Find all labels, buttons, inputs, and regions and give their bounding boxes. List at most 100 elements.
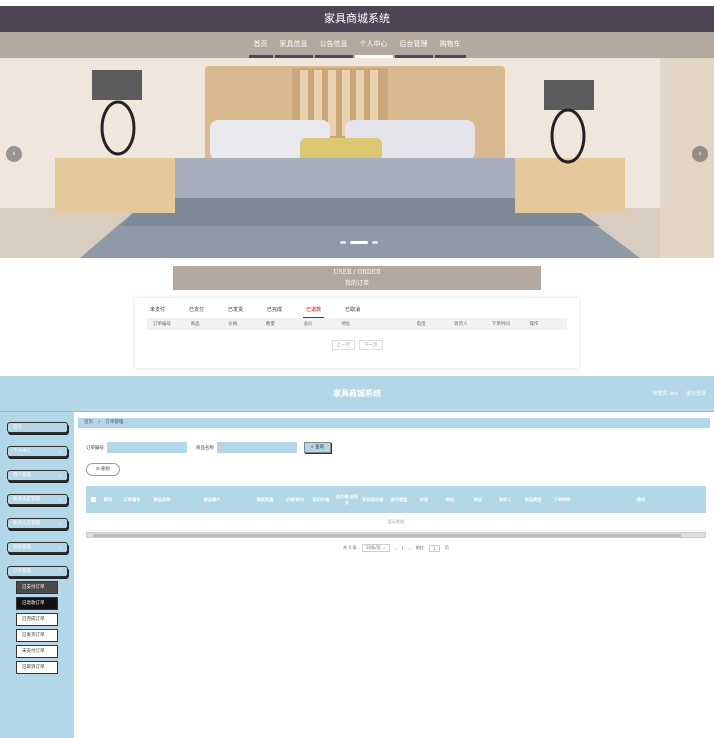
submenu-refunded-orders[interactable]: 已退款订单 xyxy=(16,597,58,610)
search-bar: 订单编号 商品名称 ⌕ 查询 xyxy=(78,442,710,453)
chevron-down-icon: ⌄ xyxy=(58,544,63,550)
front-nav: 首页 家具信息 公告信息 个人中心 后台管理 购物车 xyxy=(0,32,714,58)
nav-personal-center[interactable]: 个人中心 xyxy=(354,32,393,58)
banner-dot[interactable] xyxy=(372,241,378,244)
banner-next-arrow[interactable]: › xyxy=(692,146,708,162)
tab-refunded[interactable]: 已退款 xyxy=(303,306,325,318)
col-header: 折扣总价格 xyxy=(362,496,384,502)
empty-placeholder: 暂无数据 xyxy=(86,513,706,531)
prev-page-button[interactable]: 上一页 xyxy=(331,340,355,350)
col-header: 收货人 xyxy=(498,496,512,502)
sidebar-item-system[interactable]: 系统管理 ⌄ xyxy=(7,542,68,553)
sidebar-item-label: 系统管理 xyxy=(13,545,31,550)
col-header: 商品 xyxy=(190,322,200,327)
order-pager: 上一页 下一页 xyxy=(147,340,567,350)
tab-shipped[interactable]: 已发货 xyxy=(225,306,246,318)
chevron-down-icon: ⌄ xyxy=(58,448,63,454)
col-header: 下单时间 xyxy=(491,322,510,327)
col-header: 数量 xyxy=(265,322,275,327)
banner-indicators xyxy=(340,241,378,244)
nav-admin[interactable]: 后台管理 xyxy=(394,32,433,58)
goto-page-input[interactable]: 1 xyxy=(429,544,440,552)
prev-page-icon[interactable]: ‹ xyxy=(395,546,397,551)
col-header: 电话 xyxy=(416,322,426,327)
scrollbar-thumb[interactable] xyxy=(93,534,681,537)
nav-furniture[interactable]: 家具信息 xyxy=(274,32,313,58)
admin-screenshot: 家具商城系统 管理员 abo 退出登录 首页 个人中心 ⌄ 用户管理 ⌄ 家具类型管… xyxy=(0,376,714,738)
delete-button-label: 删除 xyxy=(101,467,111,472)
next-page-button[interactable]: 下一页 xyxy=(359,340,383,350)
tab-completed[interactable]: 已完成 xyxy=(264,306,285,318)
logout-link[interactable]: 退出登录 xyxy=(686,391,706,397)
submenu-paid-orders[interactable]: 已支付订单 xyxy=(16,581,58,594)
goods-name-input[interactable] xyxy=(217,442,297,453)
current-page[interactable]: 1 xyxy=(401,546,404,551)
tab-unpaid[interactable]: 未支付 xyxy=(147,306,168,318)
nav-notice[interactable]: 公告信息 xyxy=(314,32,353,58)
col-header: 总价 xyxy=(303,322,313,327)
sidebar-item-label: 用户管理 xyxy=(13,473,31,478)
col-header: 购买数量 xyxy=(256,496,274,502)
submenu-unpaid-orders[interactable]: 未支付订单 xyxy=(16,645,58,658)
admin-sidebar: 首页 个人中心 ⌄ 用户管理 ⌄ 家具类型管理 ⌄ 家具信息管理 ⌄ 系统管理 ⌄ 订单管… xyxy=(0,412,74,738)
bedroom-image xyxy=(0,58,714,258)
breadcrumb-current: 订单管理 xyxy=(105,420,124,425)
col-header: 订单编号 xyxy=(153,322,171,327)
select-all-checkbox[interactable] xyxy=(90,496,96,502)
chevron-down-icon: ⌄ xyxy=(58,520,63,526)
order-no-label: 订单编号 xyxy=(86,445,104,451)
col-header: 价格/积分 xyxy=(285,496,305,502)
order-no-input[interactable] xyxy=(107,442,187,453)
pagination: 共 0 条 10条/页 ⌄ ‹ 1 › 前往 1 页 xyxy=(86,544,706,552)
chevron-down-icon: ⌄ xyxy=(58,496,63,502)
col-header: 商品图片 xyxy=(203,496,221,502)
col-header: 总价格/总积分 xyxy=(335,493,359,505)
delete-button[interactable]: ⊟ 删除 xyxy=(86,463,120,476)
page-size-value: 10条/页 xyxy=(365,545,381,550)
col-header: 电话 xyxy=(473,496,483,502)
order-header-en: USER / ORDER xyxy=(333,269,381,276)
banner-dot[interactable] xyxy=(340,241,346,244)
orders-table: 索引 订单编号 商品名称 商品图片 购买数量 价格/积分 折扣价格 总价格/总积… xyxy=(86,486,706,552)
breadcrumb-home[interactable]: 首页 xyxy=(84,420,93,425)
sidebar-item-label: 家具类型管理 xyxy=(13,497,40,502)
submenu-shipped-orders[interactable]: 已发货订单 xyxy=(16,629,58,642)
sidebar-item-home[interactable]: 首页 xyxy=(7,422,68,433)
col-header: 索引 xyxy=(103,496,113,502)
sidebar-item-furniture-info[interactable]: 家具信息管理 ⌄ xyxy=(7,518,68,529)
chevron-up-icon: ⌃ xyxy=(58,568,63,574)
col-header: 价格 xyxy=(228,322,238,327)
order-tabs: 未支付 已支付 已发货 已完成 已退款 已取消 xyxy=(147,298,567,318)
query-button[interactable]: ⌕ 查询 xyxy=(304,442,331,453)
order-card: 未支付 已支付 已发货 已完成 已退款 已取消 订单编号 商品 价格 数量 总价… xyxy=(135,298,579,368)
sidebar-item-users[interactable]: 用户管理 ⌄ xyxy=(7,470,68,481)
page-label: 页 xyxy=(444,545,449,550)
submenu-cancelled-orders[interactable]: 已取消订单 xyxy=(16,661,58,674)
sidebar-item-furniture-type[interactable]: 家具类型管理 ⌄ xyxy=(7,494,68,505)
sidebar-item-label: 首页 xyxy=(13,425,22,430)
banner-dot-active[interactable] xyxy=(350,241,368,244)
goto-label: 前往 xyxy=(415,545,425,550)
query-button-label: 查询 xyxy=(314,445,324,450)
tab-cancelled[interactable]: 已取消 xyxy=(342,306,363,318)
submenu-completed-orders[interactable]: 已完成订单 xyxy=(16,613,58,626)
order-section-header: USER / ORDER 我的订单 xyxy=(173,266,541,290)
chevron-down-icon: ⌄ xyxy=(58,472,63,478)
nav-cart[interactable]: 购物车 xyxy=(434,32,466,58)
banner-prev-arrow[interactable]: ‹ xyxy=(6,146,22,162)
nav-home[interactable]: 首页 xyxy=(248,32,273,58)
breadcrumb: 首页 / 订单管理 xyxy=(78,418,710,428)
tab-paid[interactable]: 已支付 xyxy=(186,306,207,318)
sidebar-item-personal[interactable]: 个人中心 ⌄ xyxy=(7,446,68,457)
user-role: 管理员 abo xyxy=(652,391,679,397)
next-page-icon[interactable]: › xyxy=(409,546,411,551)
table-header-row: 索引 订单编号 商品名称 商品图片 购买数量 价格/积分 折扣价格 总价格/总积… xyxy=(86,486,706,513)
page-size-select[interactable]: 10条/页 ⌄ xyxy=(361,544,390,552)
horizontal-scrollbar[interactable] xyxy=(86,532,706,538)
admin-title: 家具商城系统 xyxy=(333,389,381,398)
col-header: 地址 xyxy=(445,496,455,502)
admin-header: 家具商城系统 管理员 abo 退出登录 xyxy=(0,376,714,412)
sidebar-item-label: 个人中心 xyxy=(13,449,31,454)
sidebar-item-orders[interactable]: 订单管理 ⌃ xyxy=(7,566,68,577)
col-header: 订单编号 xyxy=(123,496,141,502)
